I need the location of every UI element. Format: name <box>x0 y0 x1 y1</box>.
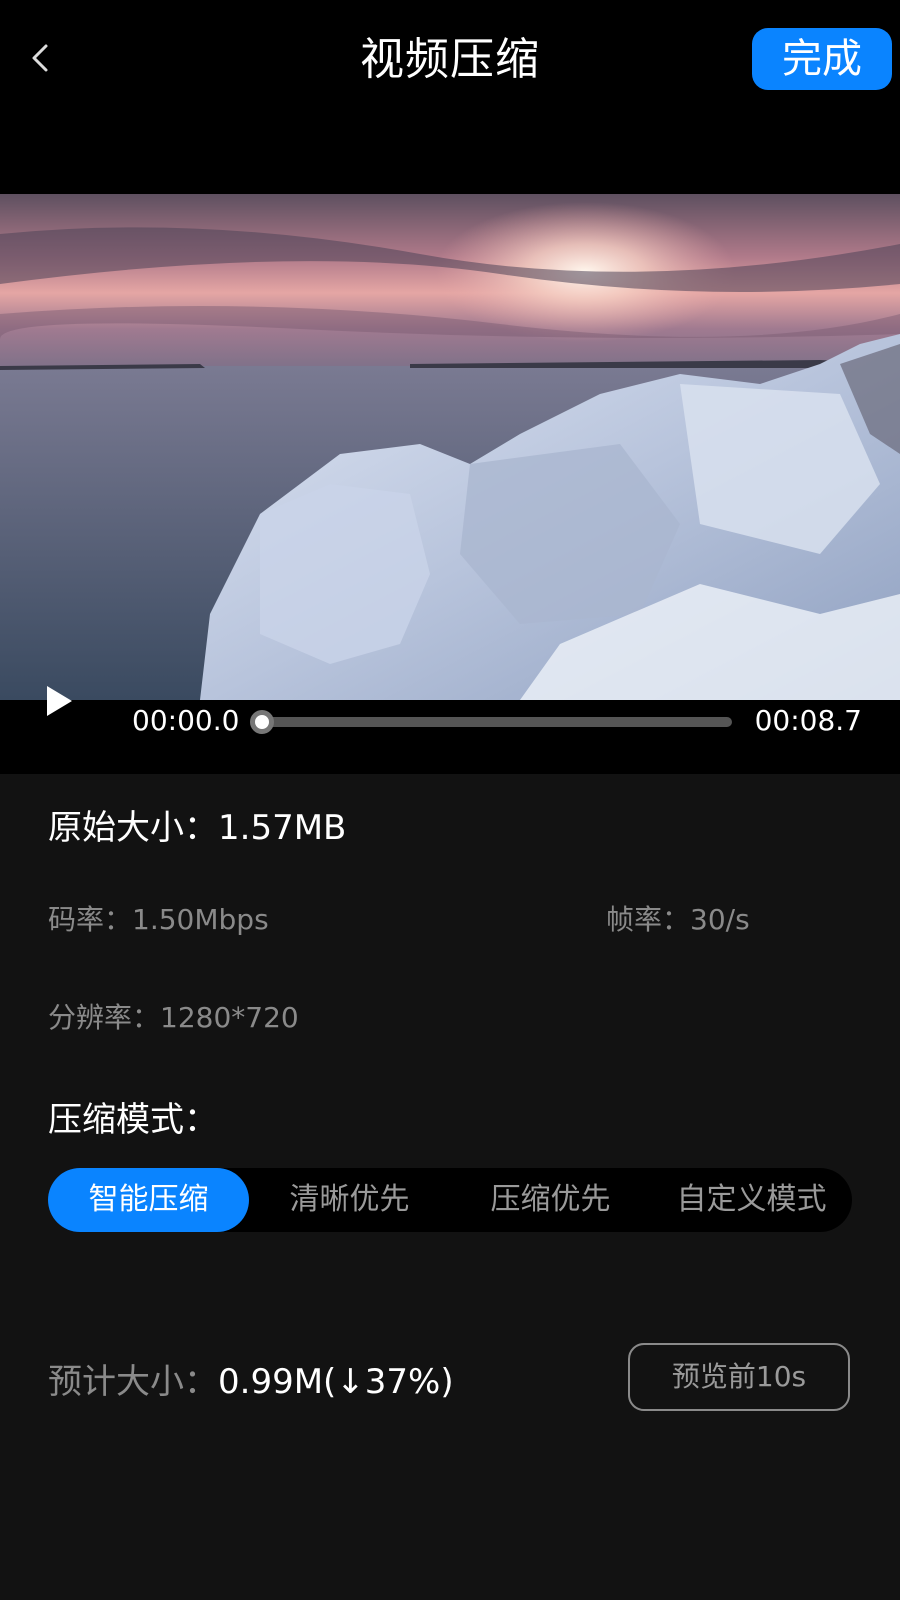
original-size-label: 原始大小： <box>48 808 218 848</box>
progress-thumb[interactable] <box>250 710 274 734</box>
duration-time: 00:08.7 <box>754 704 862 737</box>
framerate-stat: 帧率：30/s <box>606 898 750 938</box>
mode-option-smart[interactable]: 智能压缩 <box>48 1168 249 1232</box>
video-preview[interactable] <box>0 194 900 700</box>
bitrate-value: 1.50Mbps <box>132 903 269 936</box>
progress-track[interactable] <box>250 710 732 734</box>
mode-option-clarity[interactable]: 清晰优先 <box>249 1168 450 1232</box>
bitrate-label: 码率： <box>48 903 133 936</box>
framerate-label: 帧率： <box>606 903 691 936</box>
preview-button[interactable]: 预览前10s <box>628 1343 850 1411</box>
play-button[interactable] <box>44 684 74 718</box>
estimated-size: 预计大小：0.99M(↓37%) <box>48 1354 454 1403</box>
play-icon <box>47 686 72 716</box>
estimated-size-value: 0.99M(↓37%) <box>218 1362 454 1402</box>
top-bar: 视频压缩 完成 <box>0 0 900 194</box>
mode-option-compression[interactable]: 压缩优先 <box>450 1168 651 1232</box>
framerate-value: 30/s <box>690 903 750 936</box>
original-size: 原始大小：1.57MB <box>48 800 346 849</box>
video-frame-image <box>0 194 900 700</box>
player-controls: 00:00.0 00:08.7 <box>0 686 900 774</box>
resolution-stat: 分辨率：1280*720 <box>48 996 299 1036</box>
resolution-value: 1280*720 <box>160 1001 299 1034</box>
mode-option-custom[interactable]: 自定义模式 <box>651 1168 852 1232</box>
resolution-label: 分辨率： <box>48 1001 161 1034</box>
current-time: 00:00.0 <box>132 704 240 737</box>
original-size-value: 1.57MB <box>218 808 347 848</box>
estimated-size-label: 预计大小： <box>48 1362 218 1402</box>
compression-mode-selector: 智能压缩 清晰优先 压缩优先 自定义模式 <box>48 1168 852 1232</box>
bitrate-stat: 码率：1.50Mbps <box>48 898 269 938</box>
done-button[interactable]: 完成 <box>752 28 892 90</box>
compression-mode-label: 压缩模式： <box>48 1100 218 1140</box>
